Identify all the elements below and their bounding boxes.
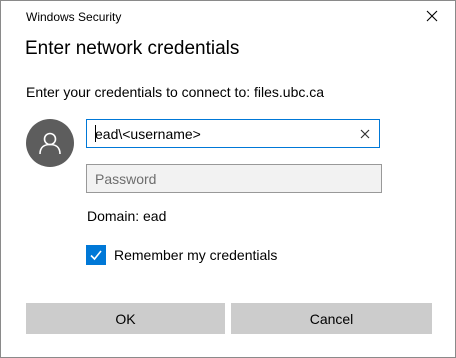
username-value: ead\<username>	[95, 126, 201, 142]
checkmark-icon	[90, 250, 102, 261]
close-button[interactable]	[409, 1, 455, 31]
credentials-dialog: Windows Security Enter network credentia…	[0, 0, 456, 358]
window-title: Windows Security	[26, 10, 122, 24]
user-icon	[39, 132, 61, 155]
clear-username-button[interactable]	[355, 124, 375, 144]
title-bar: Windows Security	[1, 1, 455, 31]
dialog-heading: Enter network credentials	[25, 38, 240, 59]
avatar	[26, 119, 74, 167]
remember-label[interactable]: Remember my credentials	[114, 247, 277, 263]
ok-button[interactable]: OK	[26, 303, 225, 334]
connect-prompt: Enter your credentials to connect to: fi…	[26, 84, 325, 100]
password-placeholder: Password	[95, 171, 157, 187]
remember-credentials[interactable]: Remember my credentials	[86, 245, 277, 265]
username-field[interactable]: ead\<username>	[86, 119, 380, 148]
remember-checkbox[interactable]	[86, 245, 106, 265]
close-icon	[426, 10, 438, 22]
clear-x-icon	[360, 129, 370, 139]
password-field[interactable]: Password	[86, 164, 382, 193]
domain-label: Domain: ead	[87, 208, 167, 224]
cancel-button[interactable]: Cancel	[231, 303, 432, 334]
